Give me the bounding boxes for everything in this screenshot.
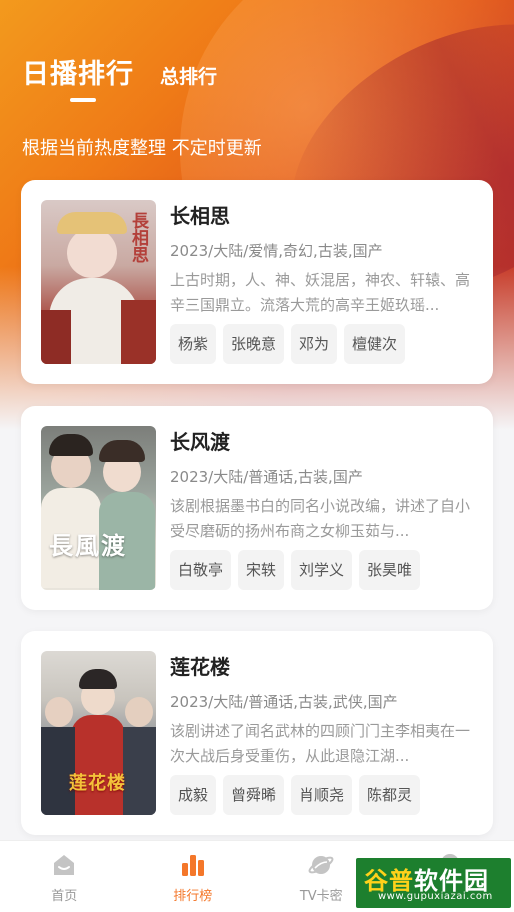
tab-daily-label: 日播排行	[22, 59, 134, 90]
cast-list: 白敬亭 宋轶 刘学义 张昊唯	[170, 550, 475, 590]
show-card[interactable]: 長風渡 长风渡 2023/大陆/普通话,古装,国产 该剧根据墨书白的同名小说改编…	[21, 406, 493, 610]
cast-list: 杨紫 张晚意 邓为 檀健次	[170, 324, 475, 364]
nav-tvcard-label: TV卡密	[299, 889, 343, 904]
nav-ranking[interactable]: 排行榜	[129, 841, 258, 912]
show-poster[interactable]: 莲花楼	[41, 651, 156, 815]
show-description: 该剧讲述了闻名武林的四顾门门主李相夷在一次大战后身受重伤，从此退隐江湖...	[170, 722, 471, 765]
cast-list: 成毅 曾舜晞 肖顺尧 陈都灵	[170, 775, 475, 815]
show-title[interactable]: 莲花楼	[170, 653, 475, 681]
show-meta: 2023/大陆/普通话,古装,国产	[170, 468, 363, 486]
show-meta: 2023/大陆/爱情,奇幻,古装,国产	[170, 242, 383, 260]
cast-tag[interactable]: 陈都灵	[359, 775, 421, 815]
cast-tag[interactable]: 肖顺尧	[291, 775, 353, 815]
bar-chart-icon	[181, 855, 204, 876]
tab-daily-ranking[interactable]: 日播排行	[22, 52, 134, 102]
poster-title: 莲花楼	[69, 773, 126, 794]
cast-tag[interactable]: 刘学义	[291, 550, 353, 590]
show-card[interactable]: 莲花楼 莲花楼 2023/大陆/普通话,古装,武侠,国产 该剧讲述了闻名武林的四…	[21, 631, 493, 835]
cast-tag[interactable]: 宋轶	[238, 550, 285, 590]
cast-tag[interactable]: 张昊唯	[359, 550, 421, 590]
site-watermark: 谷普软件园 www.gupuxiazai.com	[356, 858, 511, 908]
cast-tag[interactable]: 张晚意	[223, 324, 285, 364]
show-title[interactable]: 长相思	[170, 202, 475, 230]
cast-tag[interactable]: 成毅	[170, 775, 217, 815]
nav-home[interactable]: 首页	[0, 841, 129, 912]
home-icon	[54, 855, 75, 875]
tab-total-label: 总排行	[160, 66, 218, 88]
cast-tag[interactable]: 邓为	[291, 324, 338, 364]
show-poster[interactable]: 長相思	[41, 200, 156, 364]
poster-title: 長風渡	[49, 531, 127, 560]
show-description: 上古时期，人、神、妖混居，神农、轩辕、高辛三国鼎立。流落大荒的高辛王姬玖瑶...	[170, 271, 471, 314]
tab-active-indicator	[70, 98, 96, 102]
show-meta: 2023/大陆/普通话,古装,武侠,国产	[170, 693, 398, 711]
planet-icon	[308, 856, 334, 874]
cast-tag[interactable]: 曾舜晞	[223, 775, 285, 815]
tab-total-ranking[interactable]: 总排行	[160, 62, 217, 89]
show-title[interactable]: 长风渡	[170, 428, 475, 456]
cast-tag[interactable]: 白敬亭	[170, 550, 232, 590]
page-subtitle: 根据当前热度整理 不定时更新	[22, 138, 262, 159]
watermark-url: www.gupuxiazai.com	[378, 891, 493, 902]
nav-home-label: 首页	[51, 889, 78, 904]
show-poster[interactable]: 長風渡	[41, 426, 156, 590]
poster-title: 長相思	[128, 212, 148, 263]
show-card[interactable]: 長相思 长相思 2023/大陆/爱情,奇幻,古装,国产 上古时期，人、神、妖混居…	[21, 180, 493, 384]
cast-tag[interactable]: 檀健次	[344, 324, 406, 364]
cast-tag[interactable]: 杨紫	[170, 324, 217, 364]
show-description: 该剧根据墨书白的同名小说改编，讲述了自小受尽磨砺的扬州布商之女柳玉茹与...	[170, 497, 471, 540]
nav-ranking-label: 排行榜	[173, 889, 213, 904]
ranking-tabs: 日播排行 总排行	[22, 52, 217, 102]
